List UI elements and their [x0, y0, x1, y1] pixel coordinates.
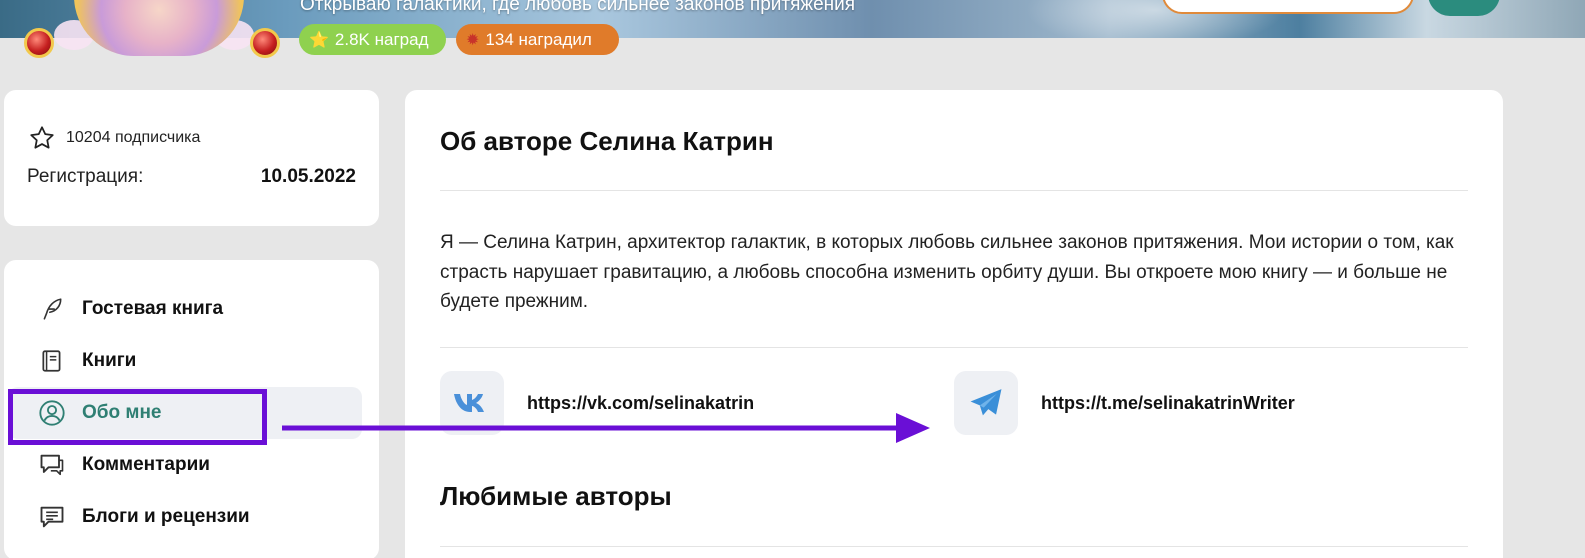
quill-icon	[38, 295, 66, 323]
highlight-box	[8, 389, 267, 445]
blog-icon	[38, 503, 66, 531]
banner-teal-button[interactable]	[1428, 0, 1500, 16]
divider	[440, 347, 1468, 348]
star-outline-icon	[30, 126, 54, 149]
telegram-link[interactable]: https://t.me/selinakatrinWriter	[954, 371, 1295, 435]
nav-item-guestbook[interactable]: Гостевая книга	[8, 283, 362, 335]
nav-item-label: Книги	[82, 350, 137, 371]
avatar-gem-icon	[250, 28, 280, 58]
comments-icon	[38, 451, 66, 479]
subscribers-count[interactable]: 10204 подписчика	[28, 124, 200, 152]
author-bio: Я — Селина Катрин, архитектор галактик, …	[440, 232, 1454, 312]
about-author-card: Об авторе Селина Катрин Я — Селина Катри…	[405, 90, 1503, 558]
registration-label: Регистрация:	[27, 166, 144, 187]
awarded-badge[interactable]: ✹ 134 наградил	[456, 24, 619, 55]
awards-badge-label: 2.8K наград	[334, 29, 429, 49]
divider	[440, 546, 1468, 547]
subscribers-label: 10204 подписчика	[66, 129, 201, 146]
avatar[interactable]	[24, 0, 282, 70]
gift-icon: ✹	[466, 31, 480, 49]
nav-item-label: Блоги и рецензии	[82, 506, 250, 527]
banner-slogan: Открываю галактики, где любовь сильнее з…	[300, 0, 856, 15]
nav-item-books[interactable]: Книги	[8, 335, 362, 387]
telegram-icon	[954, 371, 1018, 435]
avatar-image	[74, 0, 244, 56]
favorite-authors-title: Любимые авторы	[440, 481, 672, 511]
nav-item-label: Гостевая книга	[82, 298, 224, 319]
about-title: Об авторе Селина Катрин	[440, 126, 774, 156]
annotation-arrow	[282, 413, 930, 443]
registration-date: 10.05.2022	[260, 166, 356, 187]
nav-item-blogs[interactable]: Блоги и рецензии	[8, 491, 362, 543]
author-stats-card: 10204 подписчика Регистрация: 10.05.2022	[4, 90, 379, 226]
divider	[440, 190, 1468, 191]
telegram-link-url[interactable]: https://t.me/selinakatrinWriter	[1041, 393, 1295, 414]
nav-item-label: Комментарии	[82, 454, 210, 475]
avatar-gem-icon	[24, 28, 54, 58]
star-icon: ⭐	[309, 31, 329, 49]
awards-badge[interactable]: ⭐ 2.8K наград	[299, 24, 446, 55]
banner-action-button[interactable]	[1162, 0, 1414, 14]
awarded-badge-label: 134 наградил	[485, 29, 592, 49]
book-icon	[38, 347, 66, 375]
